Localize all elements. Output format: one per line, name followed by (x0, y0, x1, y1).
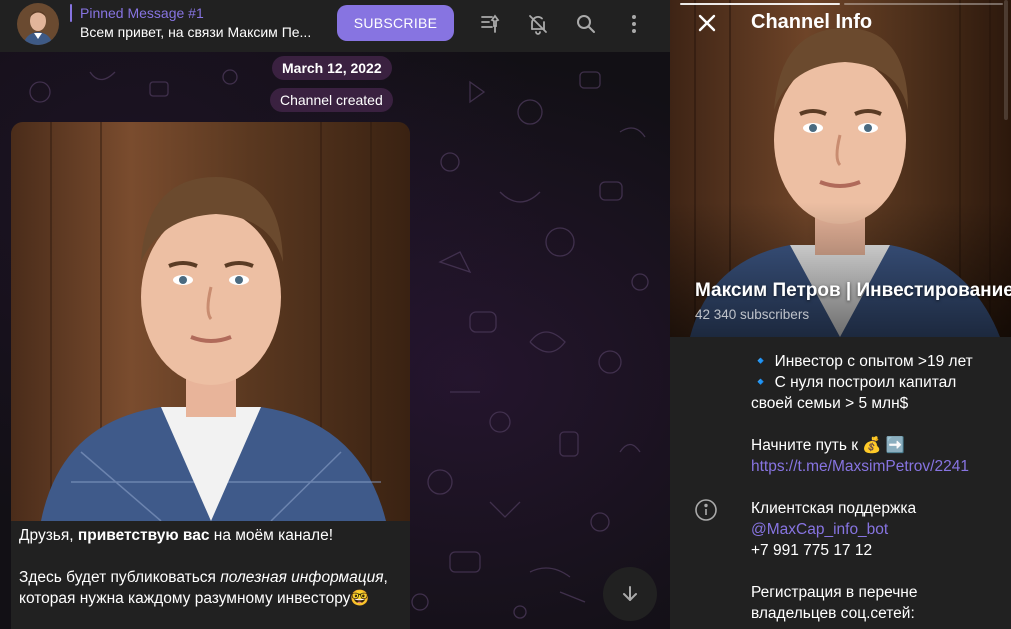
channel-info-panel: Channel Info Максим Петров | Инвестирова… (670, 0, 1011, 629)
description-link[interactable]: https://t.me/MaxsimPetrov/2241 (751, 458, 969, 475)
post-text-bold: приветствую вас (77, 527, 210, 544)
registration-line: Регистрация в перечне (751, 584, 918, 601)
chat-area: Pinned Message #1 Всем привет, на связи … (0, 0, 670, 629)
date-separator: March 12, 2022 (272, 56, 392, 80)
photo-progress-segment (843, 3, 1003, 5)
post-paragraph-2: Здесь будет публиковаться полезная инфор… (19, 567, 404, 609)
registration-info: Регистрация в перечне владельцев соц.сет… (751, 582, 1006, 624)
subscriber-count: 42 340 subscribers (695, 307, 810, 322)
channel-description: 🔹 Инвестор с опытом >19 лет 🔹 С нуля пос… (751, 351, 1006, 477)
channel-avatar[interactable] (17, 3, 59, 45)
description-line: 🔹 С нуля построил капитал (751, 374, 957, 391)
subscribe-button[interactable]: SUBSCRIBE (337, 5, 454, 41)
search-icon[interactable] (572, 10, 600, 38)
channel-post[interactable]: Друзья, приветствую вас на моём канале! … (11, 122, 410, 629)
registration-line: владельцев соц.сетей: (751, 605, 915, 622)
description-line: своей семьи > 5 млн$ (751, 395, 909, 412)
channel-profile-photo[interactable]: Channel Info Максим Петров | Инвестирова… (670, 0, 1011, 337)
photo-progress-segment (680, 3, 840, 5)
scroll-down-button[interactable] (603, 567, 657, 621)
channel-name: Максим Петров | Инвестирование (695, 280, 1011, 301)
mute-bell-icon[interactable] (524, 10, 552, 38)
service-message: Channel created (270, 88, 393, 112)
support-info: Клиентская поддержка @MaxCap_info_bot +7… (751, 498, 1006, 561)
panel-scrollbar[interactable] (1004, 0, 1008, 120)
chat-header: Pinned Message #1 Всем привет, на связи … (0, 0, 670, 52)
more-vertical-icon[interactable] (620, 10, 648, 38)
arrow-down-icon (623, 586, 637, 601)
panel-title: Channel Info (751, 11, 873, 33)
description-line: 🔹 Инвестор с опытом >19 лет (751, 353, 973, 370)
post-text-segment: на моём канале! (209, 527, 334, 544)
support-bot-link[interactable]: @MaxCap_info_bot (751, 521, 888, 538)
pin-list-icon[interactable] (476, 10, 504, 38)
info-icon (694, 498, 718, 522)
post-text: Друзья, приветствую вас на моём канале! … (19, 525, 404, 629)
description-line: Начните путь к 💰 ➡️ (751, 437, 906, 454)
pinned-message-title[interactable]: Pinned Message #1 (80, 5, 204, 21)
support-label: Клиентская поддержка (751, 500, 917, 517)
post-photo[interactable] (11, 122, 410, 521)
photo-progress-bars (680, 3, 1003, 5)
post-text-segment: Друзья, (19, 527, 78, 544)
post-text-italic: полезная информация (220, 569, 384, 586)
post-text-segment: Здесь будет публиковаться (19, 569, 221, 586)
pin-indicator (70, 4, 72, 22)
pinned-message-text[interactable]: Всем привет, на связи Максим Пе... (80, 24, 320, 40)
post-paragraph-1: Друзья, приветствую вас на моём канале! (19, 525, 404, 546)
close-icon[interactable] (694, 10, 720, 36)
support-phone: +7 991 775 17 12 (751, 542, 873, 559)
